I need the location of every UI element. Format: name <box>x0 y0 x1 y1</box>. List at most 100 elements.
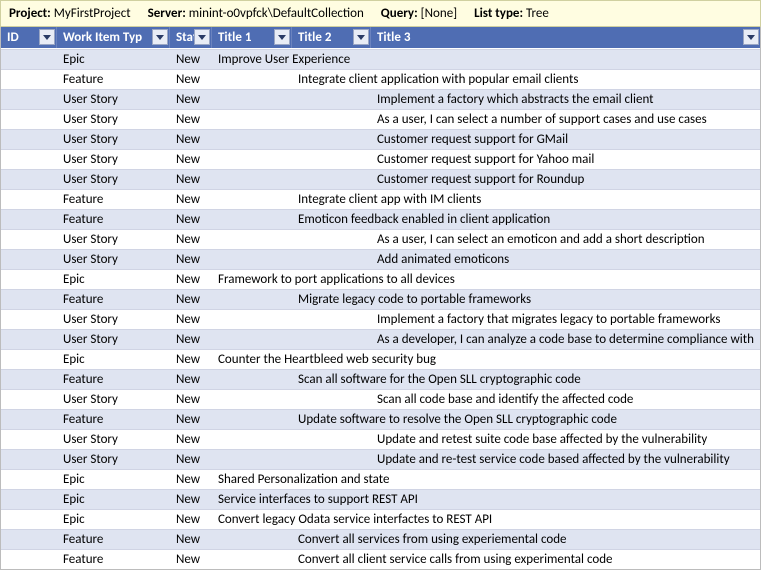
table-row[interactable]: FeatureNewMigrate legacy code to portabl… <box>1 289 760 309</box>
table-row[interactable]: EpicNewCounter the Heartbleed web securi… <box>1 349 760 369</box>
table-row[interactable]: FeatureNew Scan all software for the Open… <box>1 369 760 389</box>
table-row[interactable]: FeatureNew Integrate client app with IM c… <box>1 189 760 209</box>
cell-type[interactable]: Feature <box>57 412 170 427</box>
cell-type[interactable]: User Story <box>57 312 170 327</box>
cell-type[interactable]: User Story <box>57 432 170 447</box>
table-row[interactable]: User StoryNew Add animated emoticons <box>1 249 760 269</box>
cell-title1[interactable]: Counter the Heartbleed web security bug <box>212 352 760 367</box>
cell-state[interactable]: New <box>170 432 212 447</box>
cell-title2[interactable]: Scan all software for the Open SLL crypt… <box>292 372 760 387</box>
cell-state[interactable]: New <box>170 352 212 367</box>
cell-type[interactable]: Epic <box>57 472 170 487</box>
cell-state[interactable]: New <box>170 152 212 167</box>
col-header-title3[interactable]: Title 3 <box>371 27 760 48</box>
cell-type[interactable]: Epic <box>57 492 170 507</box>
cell-state[interactable]: New <box>170 412 212 427</box>
filter-icon[interactable] <box>353 29 369 45</box>
cell-type[interactable]: User Story <box>57 332 170 347</box>
table-row[interactable]: User StoryNewScan all code base and iden… <box>1 389 760 409</box>
table-row[interactable]: User StoryNewImplement a factory that mi… <box>1 309 760 329</box>
cell-title3[interactable]: Implement a factory which abstracts the … <box>371 92 760 107</box>
cell-title1[interactable]: Improve User Experience <box>212 52 760 67</box>
cell-type[interactable]: Feature <box>57 72 170 87</box>
cell-type[interactable]: Epic <box>57 52 170 67</box>
cell-type[interactable]: User Story <box>57 152 170 167</box>
cell-title2[interactable]: Integrate client app with IM clients <box>292 192 760 207</box>
cell-title3[interactable]: Scan all code base and identify the affe… <box>371 392 760 407</box>
cell-title3[interactable]: As a user, I can select a number of supp… <box>371 112 760 127</box>
cell-title3[interactable]: Customer request support for GMail <box>371 132 760 147</box>
table-row[interactable]: User StoryNew Update and retest suite cod… <box>1 429 760 449</box>
cell-type[interactable]: Feature <box>57 192 170 207</box>
cell-type[interactable]: User Story <box>57 92 170 107</box>
filter-icon[interactable] <box>274 29 290 45</box>
table-row[interactable]: User StoryNew As a user, I can select a n… <box>1 109 760 129</box>
table-row[interactable]: FeatureNew Update software to resolve the… <box>1 409 760 429</box>
cell-title3[interactable]: Customer request support for Yahoo mail <box>371 152 760 167</box>
cell-type[interactable]: User Story <box>57 112 170 127</box>
cell-state[interactable]: New <box>170 252 212 267</box>
table-row[interactable]: User StoryNewAs a developer, I can analy… <box>1 329 760 349</box>
cell-title2[interactable]: Emoticon feedback enabled in client appl… <box>292 212 760 227</box>
cell-title3[interactable]: As a developer, I can analyze a code bas… <box>371 332 760 347</box>
cell-title1[interactable]: Framework to port applications to all de… <box>212 272 760 287</box>
cell-title3[interactable]: Update and retest suite code base affect… <box>371 432 760 447</box>
cell-title2[interactable]: Convert all services from using experiem… <box>292 532 760 547</box>
cell-type[interactable]: Epic <box>57 512 170 527</box>
cell-title3[interactable]: Update and re-test service code based af… <box>371 452 760 467</box>
cell-title1[interactable]: Shared Personalization and state <box>212 472 760 487</box>
cell-type[interactable]: Feature <box>57 292 170 307</box>
cell-title3[interactable]: Add animated emoticons <box>371 252 760 267</box>
cell-state[interactable]: New <box>170 72 212 87</box>
cell-type[interactable]: Epic <box>57 272 170 287</box>
cell-type[interactable]: Feature <box>57 552 170 567</box>
cell-title3[interactable]: Customer request support for Roundup <box>371 172 760 187</box>
cell-state[interactable]: New <box>170 272 212 287</box>
cell-title2[interactable]: Update software to resolve the Open SLL … <box>292 412 760 427</box>
cell-type[interactable]: User Story <box>57 232 170 247</box>
filter-icon[interactable] <box>39 29 55 45</box>
cell-state[interactable]: New <box>170 192 212 207</box>
table-row[interactable]: User StoryNew Customer request support fo… <box>1 149 760 169</box>
cell-type[interactable]: Feature <box>57 372 170 387</box>
cell-title2[interactable]: Convert all client service calls from us… <box>292 552 760 567</box>
cell-title1[interactable]: Convert legacy Odata service interfactes… <box>212 512 760 527</box>
cell-title3[interactable]: As a user, I can select an emoticon and … <box>371 232 760 247</box>
cell-state[interactable]: New <box>170 472 212 487</box>
cell-state[interactable]: New <box>170 392 212 407</box>
cell-state[interactable]: New <box>170 552 212 567</box>
cell-state[interactable]: New <box>170 492 212 507</box>
cell-type[interactable]: User Story <box>57 172 170 187</box>
cell-type[interactable]: User Story <box>57 452 170 467</box>
col-header-state[interactable]: Stat <box>170 27 212 48</box>
table-row[interactable]: User StoryNewCustomer request support fo… <box>1 169 760 189</box>
cell-type[interactable]: Feature <box>57 212 170 227</box>
cell-title2[interactable]: Migrate legacy code to portable framewor… <box>292 292 760 307</box>
filter-icon[interactable] <box>152 29 168 45</box>
table-row[interactable]: FeatureNew Integrate client application w… <box>1 69 760 89</box>
cell-type[interactable]: User Story <box>57 132 170 147</box>
cell-type[interactable]: Epic <box>57 352 170 367</box>
table-row[interactable]: EpicNewFramework to port applications to… <box>1 269 760 289</box>
cell-type[interactable]: User Story <box>57 252 170 267</box>
col-header-type[interactable]: Work Item Typ <box>57 27 170 48</box>
cell-state[interactable]: New <box>170 92 212 107</box>
table-row[interactable]: EpicNewConvert legacy Odata service inte… <box>1 509 760 529</box>
table-row[interactable]: FeatureNew Convert all services from usin… <box>1 529 760 549</box>
cell-title3[interactable]: Implement a factory that migrates legacy… <box>371 312 760 327</box>
table-row[interactable]: User StoryNewUpdate and re-test service … <box>1 449 760 469</box>
col-header-title2[interactable]: Title 2 <box>292 27 371 48</box>
cell-title2[interactable]: Integrate client application with popula… <box>292 72 760 87</box>
filter-icon[interactable] <box>743 29 759 45</box>
table-row[interactable]: User StoryNew Implement a factory which a… <box>1 89 760 109</box>
table-row[interactable]: FeatureNew Emoticon feedback enabled in c… <box>1 209 760 229</box>
cell-state[interactable]: New <box>170 112 212 127</box>
cell-state[interactable]: New <box>170 212 212 227</box>
cell-type[interactable]: Feature <box>57 532 170 547</box>
cell-state[interactable]: New <box>170 132 212 147</box>
table-row[interactable]: EpicNewShared Personalization and state <box>1 469 760 489</box>
cell-state[interactable]: New <box>170 372 212 387</box>
cell-state[interactable]: New <box>170 532 212 547</box>
cell-state[interactable]: New <box>170 232 212 247</box>
cell-state[interactable]: New <box>170 512 212 527</box>
